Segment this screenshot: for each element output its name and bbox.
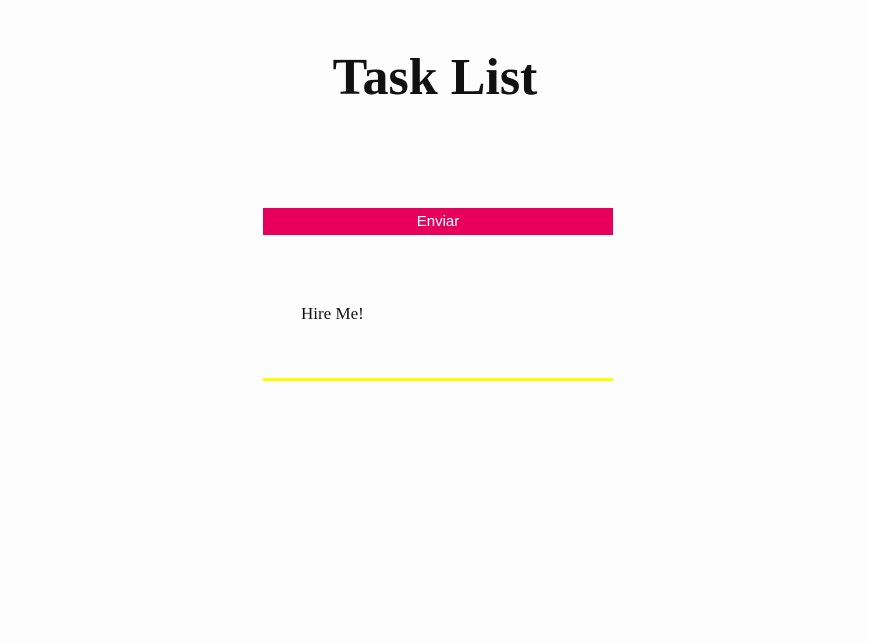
- task-list: Hire Me!: [263, 290, 613, 381]
- task-form: Enviar: [263, 208, 613, 235]
- task-text: Hire Me!: [301, 304, 364, 323]
- task-item[interactable]: Hire Me!: [263, 290, 613, 381]
- submit-button[interactable]: Enviar: [263, 208, 613, 235]
- page-title: Task List: [332, 49, 538, 106]
